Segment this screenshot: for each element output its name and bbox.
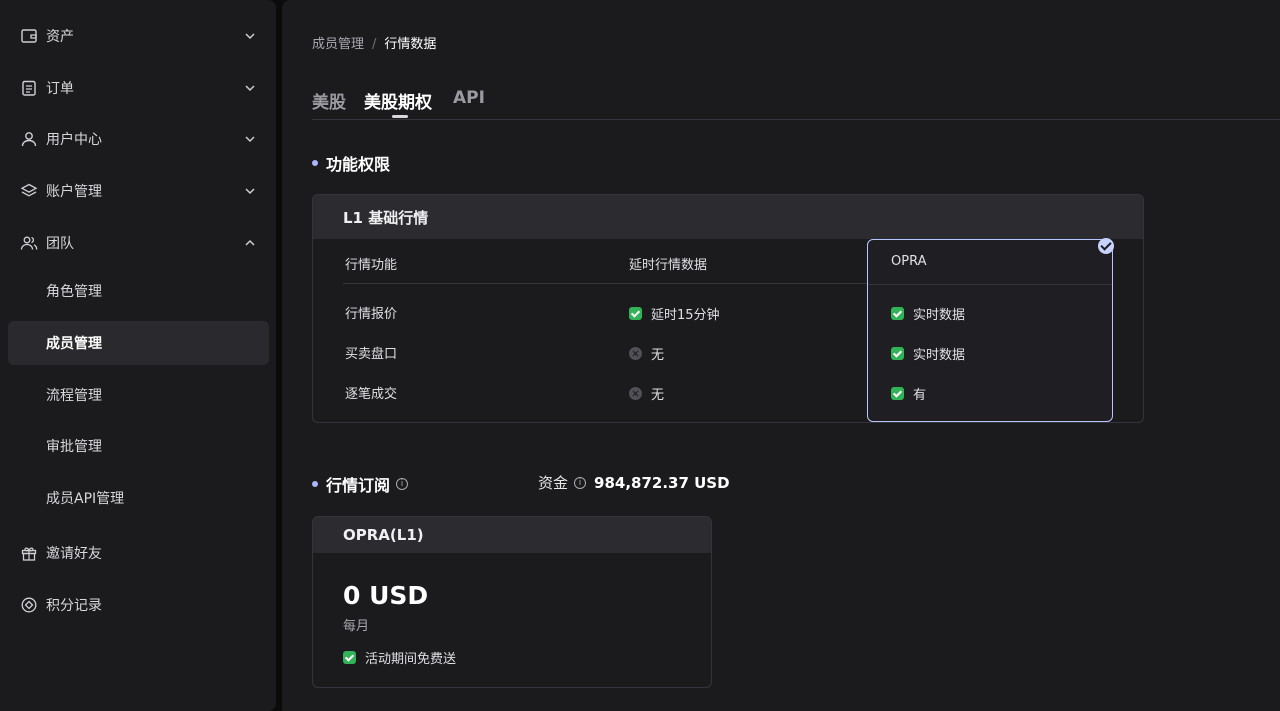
plan-title: OPRA(L1) [313, 517, 711, 553]
tab-api[interactable]: API [453, 88, 485, 108]
chevron-down-icon [243, 132, 257, 146]
row-opra-value: 实时数据 [891, 304, 965, 323]
sidebar-item-label: 邀请好友 [46, 546, 102, 562]
sidebar-item-team[interactable]: 团队 [8, 221, 269, 265]
row-delayed-value: 延时15分钟 [629, 304, 720, 323]
check-icon [891, 307, 904, 320]
sidebar-item-orders[interactable]: 订单 [8, 66, 269, 110]
sidebar-item-process-management[interactable]: 流程管理 [8, 373, 269, 417]
permissions-card: L1 基础行情 行情功能 延时行情数据 OPRA 行情报价 延时15分钟 实时数… [312, 194, 1144, 423]
layers-icon [20, 182, 38, 200]
section-title: 行情订阅 [326, 476, 391, 495]
promo-text: 活动期间免费送 [365, 652, 457, 667]
header-delayed: 延时行情数据 [629, 258, 708, 273]
info-icon[interactable]: i [396, 478, 409, 490]
sidebar-item-approval-management[interactable]: 审批管理 [8, 424, 269, 468]
chevron-down-icon [243, 184, 257, 198]
check-icon [891, 387, 904, 400]
user-icon [20, 130, 38, 148]
sidebar-item-member-api-management[interactable]: 成员API管理 [8, 476, 269, 520]
bullet-dot [312, 160, 318, 166]
tab-bar: 美股 美股期权 API [312, 88, 1280, 120]
breadcrumb: 成员管理 / 行情数据 [312, 33, 436, 52]
section-subscription: 行情订阅 i [312, 472, 409, 496]
sidebar-item-user-center[interactable]: 用户中心 [8, 117, 269, 161]
sidebar-item-label: 成员API管理 [46, 491, 125, 507]
breadcrumb-parent[interactable]: 成员管理 [312, 37, 364, 52]
tab-us-options[interactable]: 美股期权 [364, 88, 432, 113]
cell-text: 有 [913, 388, 927, 403]
sidebar-item-label: 积分记录 [46, 598, 102, 614]
card-title: L1 基础行情 [313, 195, 1143, 239]
chevron-down-icon [243, 29, 257, 43]
row-feature: 买卖盘口 [345, 347, 398, 362]
sidebar-item-member-management[interactable]: 成员管理 [8, 321, 269, 365]
sidebar-item-account-management[interactable]: 账户管理 [8, 169, 269, 213]
section-permissions: 功能权限 [312, 151, 390, 175]
sidebar-item-label: 成员管理 [46, 336, 102, 352]
cross-icon [629, 347, 642, 360]
cell-text: 延时15分钟 [651, 308, 720, 323]
sidebar-item-points-record[interactable]: 积分记录 [8, 583, 269, 627]
row-feature: 行情报价 [345, 307, 398, 322]
cell-text: 实时数据 [913, 348, 966, 363]
header-opra: OPRA [891, 254, 927, 269]
divider [868, 284, 1112, 285]
check-icon [343, 651, 356, 664]
funds-label: 资金 [538, 474, 569, 492]
row-feature: 逐笔成交 [345, 387, 398, 402]
tab-us-stocks[interactable]: 美股 [312, 88, 346, 113]
check-icon [891, 347, 904, 360]
chevron-up-icon [243, 236, 257, 250]
sidebar-item-assets[interactable]: 资产 [8, 14, 269, 58]
cell-text: 无 [651, 388, 665, 403]
breadcrumb-current: 行情数据 [384, 37, 437, 52]
sidebar-item-label: 订单 [46, 81, 74, 97]
sidebar: 资产 订单 用户中心 账户管理 团队 角色管理 成员管理 流程管理 审批管理 成… [0, 0, 276, 711]
breadcrumb-separator: / [372, 37, 377, 52]
row-delayed-value: 无 [629, 384, 664, 403]
funds-value: 984,872.37 USD [594, 473, 730, 492]
cross-icon [629, 387, 642, 400]
cell-text: 实时数据 [913, 308, 966, 323]
plan-price: 0 USD [343, 581, 429, 610]
plan-card[interactable]: OPRA(L1) 0 USD 每月 活动期间免费送 [312, 516, 712, 688]
plan-period: 每月 [343, 619, 370, 634]
sidebar-item-label: 账户管理 [46, 184, 102, 200]
funds-display: 资金 i 984,872.37 USD [538, 472, 730, 493]
team-icon [20, 234, 38, 252]
plan-promo: 活动期间免费送 [343, 648, 456, 667]
sidebar-item-invite-friends[interactable]: 邀请好友 [8, 531, 269, 575]
sidebar-item-label: 用户中心 [46, 132, 102, 148]
divider [343, 283, 867, 284]
gift-icon [20, 544, 38, 562]
bullet-dot [312, 481, 318, 487]
sidebar-item-label: 团队 [46, 236, 74, 252]
selected-check-icon [1098, 238, 1114, 254]
cell-text: 无 [651, 348, 665, 363]
row-opra-value: 实时数据 [891, 344, 965, 363]
points-icon [20, 596, 38, 614]
clipboard-icon [20, 79, 38, 97]
sidebar-item-label: 资产 [46, 29, 74, 45]
chevron-down-icon [243, 81, 257, 95]
sidebar-item-label: 流程管理 [46, 388, 102, 404]
info-icon[interactable]: i [574, 476, 587, 489]
active-tab-indicator [392, 115, 408, 118]
row-delayed-value: 无 [629, 344, 664, 363]
section-title: 功能权限 [326, 155, 391, 174]
row-opra-value: 有 [891, 384, 926, 403]
check-icon [629, 307, 642, 320]
sidebar-item-role-management[interactable]: 角色管理 [8, 269, 269, 313]
main-panel: 成员管理 / 行情数据 美股 美股期权 API 功能权限 L1 基础行情 行情功能 … [282, 0, 1280, 711]
sidebar-item-label: 角色管理 [46, 284, 102, 300]
wallet-icon [20, 27, 38, 45]
header-feature: 行情功能 [345, 258, 398, 273]
sidebar-item-label: 审批管理 [46, 439, 102, 455]
